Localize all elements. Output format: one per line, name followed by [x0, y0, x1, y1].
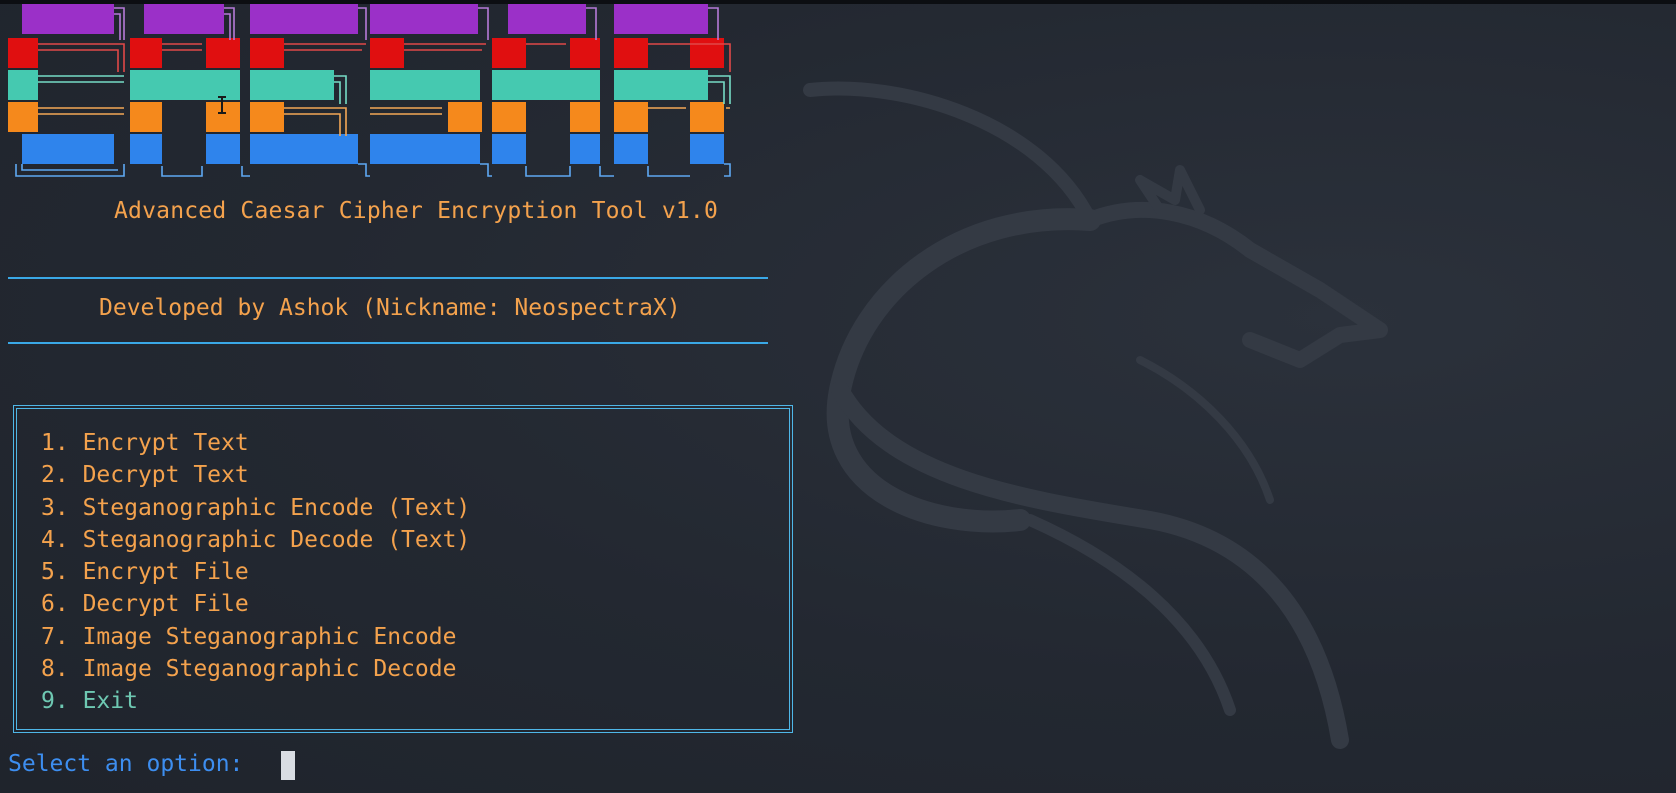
option-prompt: Select an option: [8, 751, 258, 777]
developer-credit: Developed by Ashok (Nickname: Neospectra… [99, 295, 681, 321]
menu-item-image-stego-decode[interactable]: 8. Image Steganographic Decode [41, 653, 470, 685]
divider-bottom [8, 342, 768, 344]
menu-item-stego-decode-text[interactable]: 4. Steganographic Decode (Text) [41, 524, 470, 556]
menu-item-encrypt-file[interactable]: 5. Encrypt File [41, 556, 470, 588]
menu-item-encrypt-text[interactable]: 1. Encrypt Text [41, 427, 470, 459]
divider-top [8, 277, 768, 279]
banner-ascii-art [8, 4, 731, 177]
menu-box: 1. Encrypt Text 2. Decrypt Text 3. Stega… [13, 405, 793, 733]
kali-dragon-watermark-icon [803, 81, 1388, 749]
menu-list: 1. Encrypt Text 2. Decrypt Text 3. Stega… [41, 427, 470, 718]
menu-item-stego-encode-text[interactable]: 3. Steganographic Encode (Text) [41, 492, 470, 524]
tool-subtitle: Advanced Caesar Cipher Encryption Tool v… [114, 198, 719, 224]
menu-item-decrypt-text[interactable]: 2. Decrypt Text [41, 459, 470, 491]
menu-item-decrypt-file[interactable]: 6. Decrypt File [41, 588, 470, 620]
menu-item-image-stego-encode[interactable]: 7. Image Steganographic Encode [41, 621, 470, 653]
terminal-window[interactable]: Advanced Caesar Cipher Encryption Tool v… [0, 0, 1676, 793]
menu-item-exit[interactable]: 9. Exit [41, 685, 470, 717]
block-cursor-icon[interactable] [281, 751, 295, 780]
